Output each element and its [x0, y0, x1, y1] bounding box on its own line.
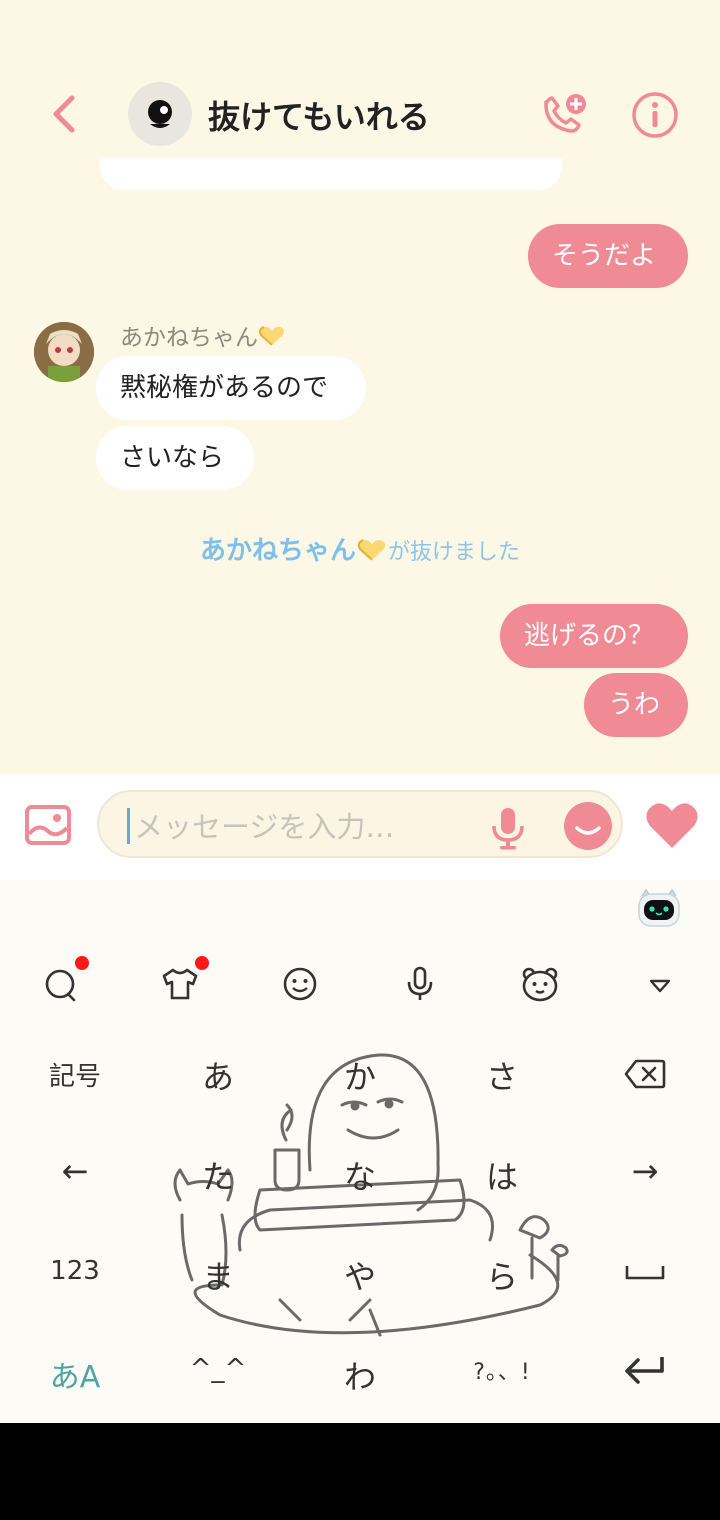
message-bubble-mine[interactable]: 逃げるの？ [500, 604, 688, 668]
back-icon[interactable] [46, 92, 86, 136]
sender-avatar[interactable] [34, 322, 94, 382]
key-na[interactable]: な [300, 1152, 420, 1198]
robot-face-icon[interactable] [636, 888, 682, 930]
key-symbols[interactable]: 記号 [15, 1056, 135, 1093]
notification-dot [75, 956, 89, 970]
key-ha[interactable]: は [442, 1152, 562, 1198]
message-bubble-other[interactable]: さいなら [96, 426, 254, 490]
text-caret [127, 808, 130, 844]
heart-icon[interactable] [644, 802, 700, 850]
key-ya[interactable]: や [300, 1252, 420, 1298]
key-right-arrow[interactable]: → [585, 1152, 705, 1190]
bear-face-icon[interactable] [520, 964, 560, 1004]
microphone-icon[interactable] [400, 964, 440, 1004]
key-wa[interactable]: わ [300, 1352, 420, 1398]
key-a[interactable]: あ [158, 1052, 278, 1098]
key-left-arrow[interactable]: ← [15, 1152, 135, 1190]
chat-title: 抜けてもいれる [208, 98, 430, 136]
heart-hands-icon [357, 539, 386, 561]
notification-dot [195, 956, 209, 970]
key-numbers[interactable]: 123 [15, 1256, 135, 1286]
backspace-icon[interactable] [624, 1058, 666, 1090]
heart-hands-icon [259, 326, 284, 346]
key-ra[interactable]: ら [442, 1252, 562, 1298]
key-input-mode[interactable]: あA [15, 1352, 135, 1396]
shirt-icon[interactable] [160, 964, 200, 1004]
space-icon[interactable] [624, 1262, 666, 1282]
phone-add-icon[interactable] [540, 92, 588, 138]
message-bubble-partial [100, 158, 562, 190]
message-placeholder: メッセージを入力… [134, 810, 395, 844]
key-kaomoji[interactable]: ^_^ [158, 1354, 278, 1384]
message-bubble-mine[interactable]: うわ [584, 673, 688, 737]
message-bubble-other[interactable]: 黙秘権があるので [96, 356, 366, 420]
key-ma[interactable]: ま [158, 1252, 278, 1298]
microphone-icon[interactable] [490, 806, 526, 850]
chat-area: 抜けてもいれる そうだよ あかねちゃん 黙秘権があるので さいなら あかねちゃん… [0, 0, 720, 774]
system-notice: あかねちゃん が抜けました [199, 536, 521, 566]
image-icon[interactable] [24, 804, 72, 846]
emoji-icon[interactable] [562, 800, 614, 852]
search-icon[interactable] [42, 964, 82, 1004]
key-ta[interactable]: た [158, 1152, 278, 1198]
sender-name: あかねちゃん [120, 318, 286, 352]
key-ka[interactable]: か [300, 1052, 420, 1098]
group-avatar[interactable] [128, 82, 192, 146]
key-sa[interactable]: さ [442, 1052, 562, 1098]
smiley-icon[interactable] [280, 964, 320, 1004]
key-punctuation[interactable]: ?。、! [442, 1354, 562, 1386]
info-icon[interactable] [630, 90, 680, 140]
collapse-icon[interactable] [640, 964, 680, 1004]
enter-icon[interactable] [622, 1354, 668, 1386]
message-bubble-mine[interactable]: そうだよ [528, 224, 688, 288]
